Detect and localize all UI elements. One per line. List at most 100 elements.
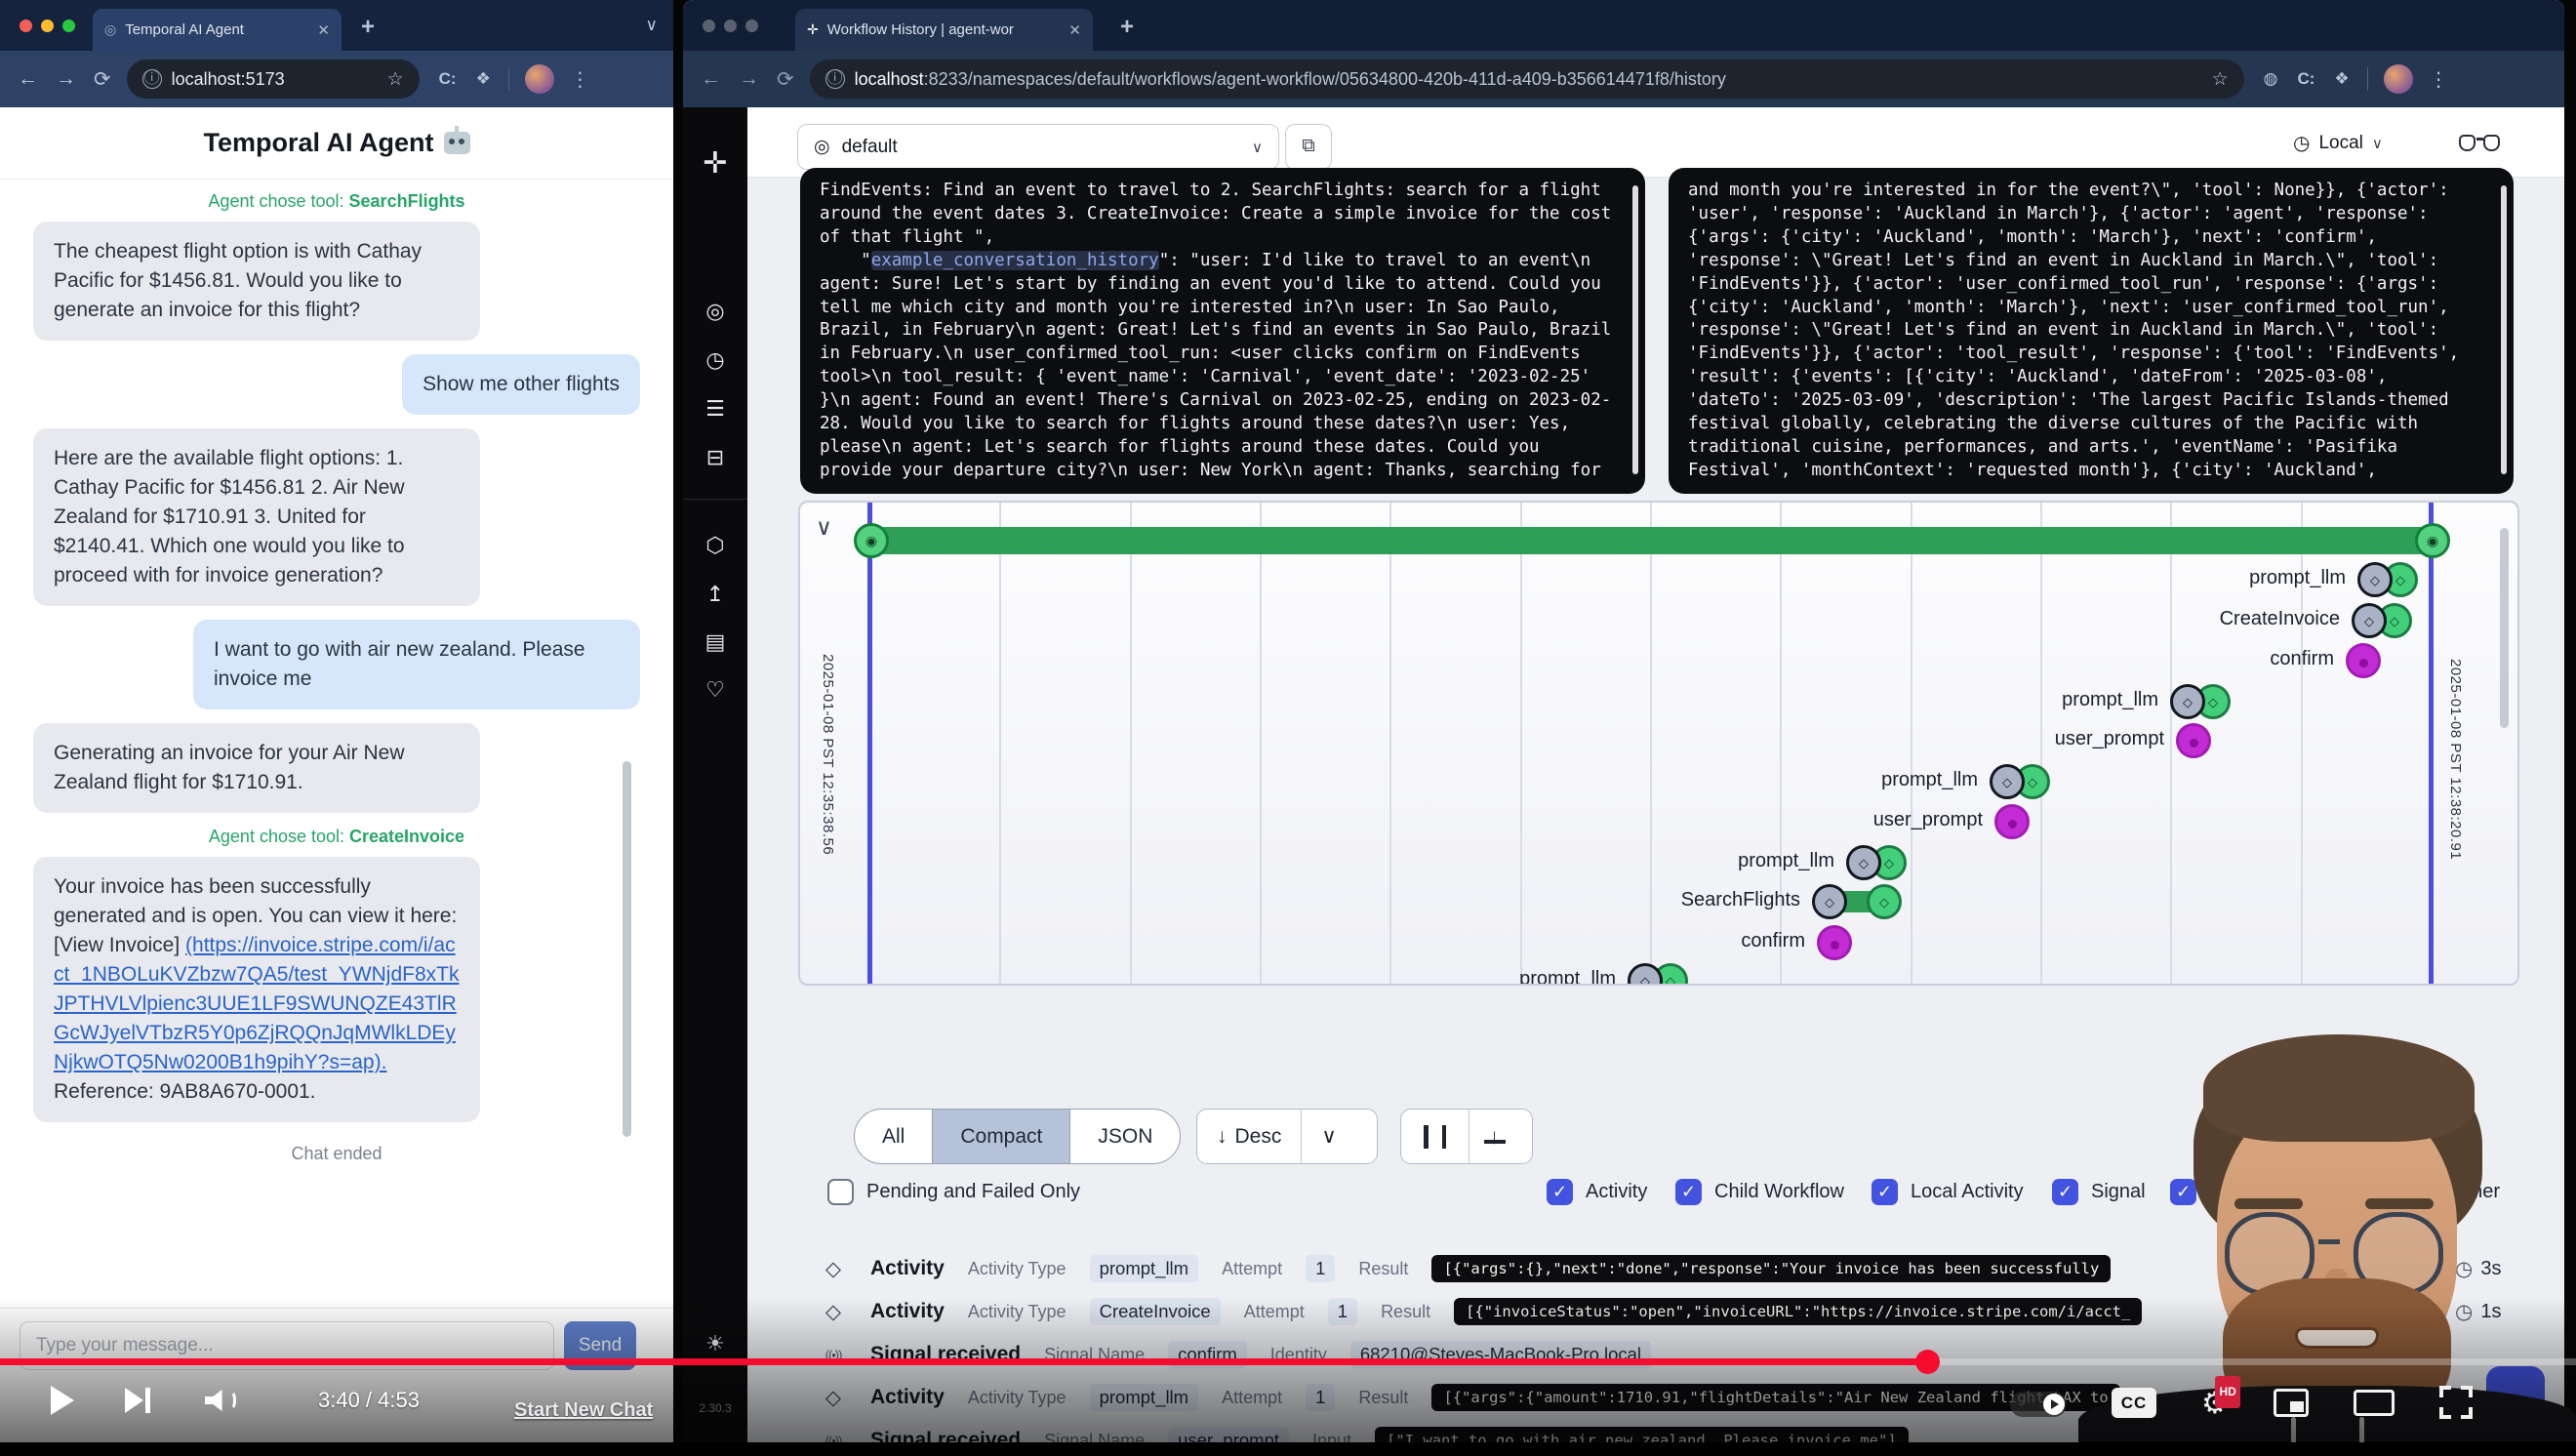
zoom-window-button[interactable] [745, 20, 758, 32]
signal-marker[interactable] [2346, 643, 2381, 678]
activity-scheduled-marker[interactable]: ◇ [2357, 562, 2393, 597]
checkbox-checked[interactable]: ✓ [1675, 1179, 1702, 1205]
close-window-button[interactable] [20, 20, 32, 32]
schedules-icon[interactable]: ◷ [683, 347, 747, 373]
new-tab-button[interactable]: + [361, 14, 375, 41]
feedback-icon[interactable]: ♡ [683, 677, 747, 703]
workflow-execution-bar[interactable] [869, 527, 2435, 554]
password-manager-icon[interactable]: ◍ [2264, 69, 2278, 89]
filter-local-activity[interactable]: ✓Local Activity [1872, 1179, 2024, 1205]
sort-desc-button[interactable]: ↓Desc [1197, 1110, 1301, 1163]
extensions-puzzle-icon[interactable]: ❖ [476, 69, 491, 89]
site-info-icon[interactable]: ⓘ [825, 69, 845, 89]
codec-server-icon[interactable]: ⬡ [683, 533, 747, 558]
filter-child-workflow[interactable]: ✓Child Workflow [1675, 1179, 1844, 1205]
tab-close-icon[interactable]: ✕ [317, 21, 330, 39]
pause-button[interactable] [1401, 1110, 1469, 1163]
bookmark-star-icon[interactable]: ☆ [387, 68, 404, 91]
pending-failed-filter[interactable]: Pending and Failed Only [827, 1179, 1080, 1205]
signal-marker[interactable] [1817, 925, 1852, 960]
activity-scheduled-marker[interactable]: ◇ [1628, 963, 1663, 986]
namespaces-icon[interactable]: ◎ [683, 299, 747, 324]
workflow-start-marker[interactable]: ◉ [854, 523, 889, 558]
theme-toggle-icon[interactable]: ☀ [683, 1331, 747, 1356]
new-tab-button[interactable]: + [1120, 14, 1134, 41]
event-history-timeline[interactable]: ∨ 2025-01-08 PST 12:35:38.56 2025-01-08 … [798, 501, 2519, 986]
docs-icon[interactable]: ▤ [683, 629, 747, 655]
autoplay-toggle[interactable] [2010, 1392, 2067, 1417]
profile-avatar[interactable] [2384, 64, 2413, 94]
next-video-button[interactable] [125, 1386, 154, 1415]
activity-scheduled-marker[interactable]: ◇ [1846, 845, 1881, 880]
tab-workflow-history[interactable]: ✛ Workflow History | agent-wor ✕ [795, 9, 1093, 51]
signal-marker[interactable] [2176, 723, 2211, 758]
start-new-chat-link[interactable]: Start New Chat [514, 1399, 653, 1422]
timeline-scrollbar[interactable] [2500, 528, 2509, 728]
minimize-window-button[interactable] [41, 20, 54, 32]
browser-menu-icon[interactable]: ⋮ [2429, 67, 2449, 92]
theater-mode-button[interactable] [2354, 1390, 2395, 1416]
minimize-window-button[interactable] [724, 20, 737, 32]
window-controls[interactable] [20, 20, 75, 32]
back-icon[interactable]: ← [701, 67, 721, 91]
reload-icon[interactable]: ⟳ [94, 67, 111, 92]
play-button[interactable] [51, 1386, 74, 1415]
code-scrollbar[interactable] [2501, 185, 2507, 474]
close-window-button[interactable] [703, 20, 715, 32]
settings-gear-icon[interactable]: ⚙HD [2201, 1388, 2229, 1418]
chat-message-list[interactable]: Agent chose tool: SearchFlightsThe cheap… [0, 180, 673, 1306]
activity-completed-marker[interactable]: ◇ [1867, 884, 1902, 919]
signal-marker[interactable] [1994, 804, 2030, 839]
reload-icon[interactable]: ⟳ [777, 67, 794, 92]
download-button[interactable]: ↓ [1469, 1110, 1519, 1163]
extensions-puzzle-icon[interactable]: ❖ [2334, 69, 2349, 89]
import-icon[interactable]: ↥ [683, 582, 747, 607]
code-panel-input[interactable]: FindEvents: Find an event to travel to 2… [800, 168, 1645, 494]
video-progress-played[interactable] [0, 1358, 1927, 1365]
code-scrollbar[interactable] [1632, 185, 1638, 474]
activity-scheduled-marker[interactable]: ◇ [1812, 884, 1847, 919]
labs-glasses-icon[interactable] [2457, 133, 2502, 156]
view-tab-json[interactable]: JSON [1069, 1110, 1180, 1163]
back-icon[interactable]: ← [18, 67, 38, 91]
checkbox-unchecked[interactable] [827, 1179, 854, 1205]
bookmark-star-icon[interactable]: ☆ [2212, 68, 2229, 91]
archival-icon[interactable]: ⊟ [683, 445, 747, 470]
workflow-end-marker[interactable]: ◉ [2415, 523, 2450, 558]
extension-icon[interactable]: C: [2297, 69, 2314, 89]
tab-temporal-ai-agent[interactable]: ◎ Temporal AI Agent ✕ [93, 9, 342, 51]
namespace-select[interactable]: ◎ default ∨ [797, 124, 1279, 170]
activity-scheduled-marker[interactable]: ◇ [2170, 684, 2205, 719]
view-tab-compact[interactable]: Compact [932, 1110, 1069, 1163]
activity-scheduled-marker[interactable]: ◇ [2352, 603, 2387, 638]
profile-avatar[interactable] [525, 64, 554, 94]
zoom-window-button[interactable] [62, 20, 75, 32]
code-panel-result[interactable]: and month you're interested in for the e… [1669, 168, 2514, 494]
sort-chevron-button[interactable]: ∨ [1301, 1110, 1355, 1163]
invoice-link[interactable]: (https://invoice.stripe.com/i/acct_1NBOL… [54, 934, 459, 1073]
site-info-icon[interactable]: ⓘ [142, 69, 162, 89]
forward-icon[interactable]: → [739, 67, 759, 91]
stack-icon[interactable]: ☰ [683, 396, 747, 422]
window-controls[interactable] [703, 20, 758, 32]
video-scrubber-handle[interactable] [1915, 1350, 1940, 1374]
address-bar[interactable]: ⓘ localhost:8233/namespaces/default/work… [810, 60, 2244, 99]
browser-menu-icon[interactable]: ⋮ [570, 67, 590, 92]
open-namespace-button[interactable]: ⧉ [1285, 124, 1332, 170]
checkbox-checked[interactable]: ✓ [1547, 1179, 1573, 1205]
extension-icon[interactable]: C: [439, 69, 457, 89]
activity-scheduled-marker[interactable]: ◇ [1990, 764, 2025, 799]
fullscreen-button[interactable] [2439, 1386, 2473, 1419]
volume-icon[interactable] [205, 1386, 244, 1415]
chat-scrollbar[interactable] [623, 761, 631, 1137]
filter-activity[interactable]: ✓Activity [1547, 1179, 1647, 1205]
forward-icon[interactable]: → [56, 67, 76, 91]
checkbox-checked[interactable]: ✓ [1872, 1179, 1898, 1205]
miniplayer-button[interactable] [2274, 1389, 2309, 1417]
tab-close-icon[interactable]: ✕ [1068, 21, 1081, 39]
checkbox-checked[interactable]: ✓ [2052, 1179, 2078, 1205]
timezone-select[interactable]: ◷ Local ∨ [2293, 131, 2383, 155]
tab-list-chevron-icon[interactable]: ∨ [646, 16, 658, 35]
address-bar[interactable]: ⓘ localhost:5173 ☆ [127, 60, 420, 99]
captions-button[interactable]: CC [2112, 1388, 2156, 1418]
